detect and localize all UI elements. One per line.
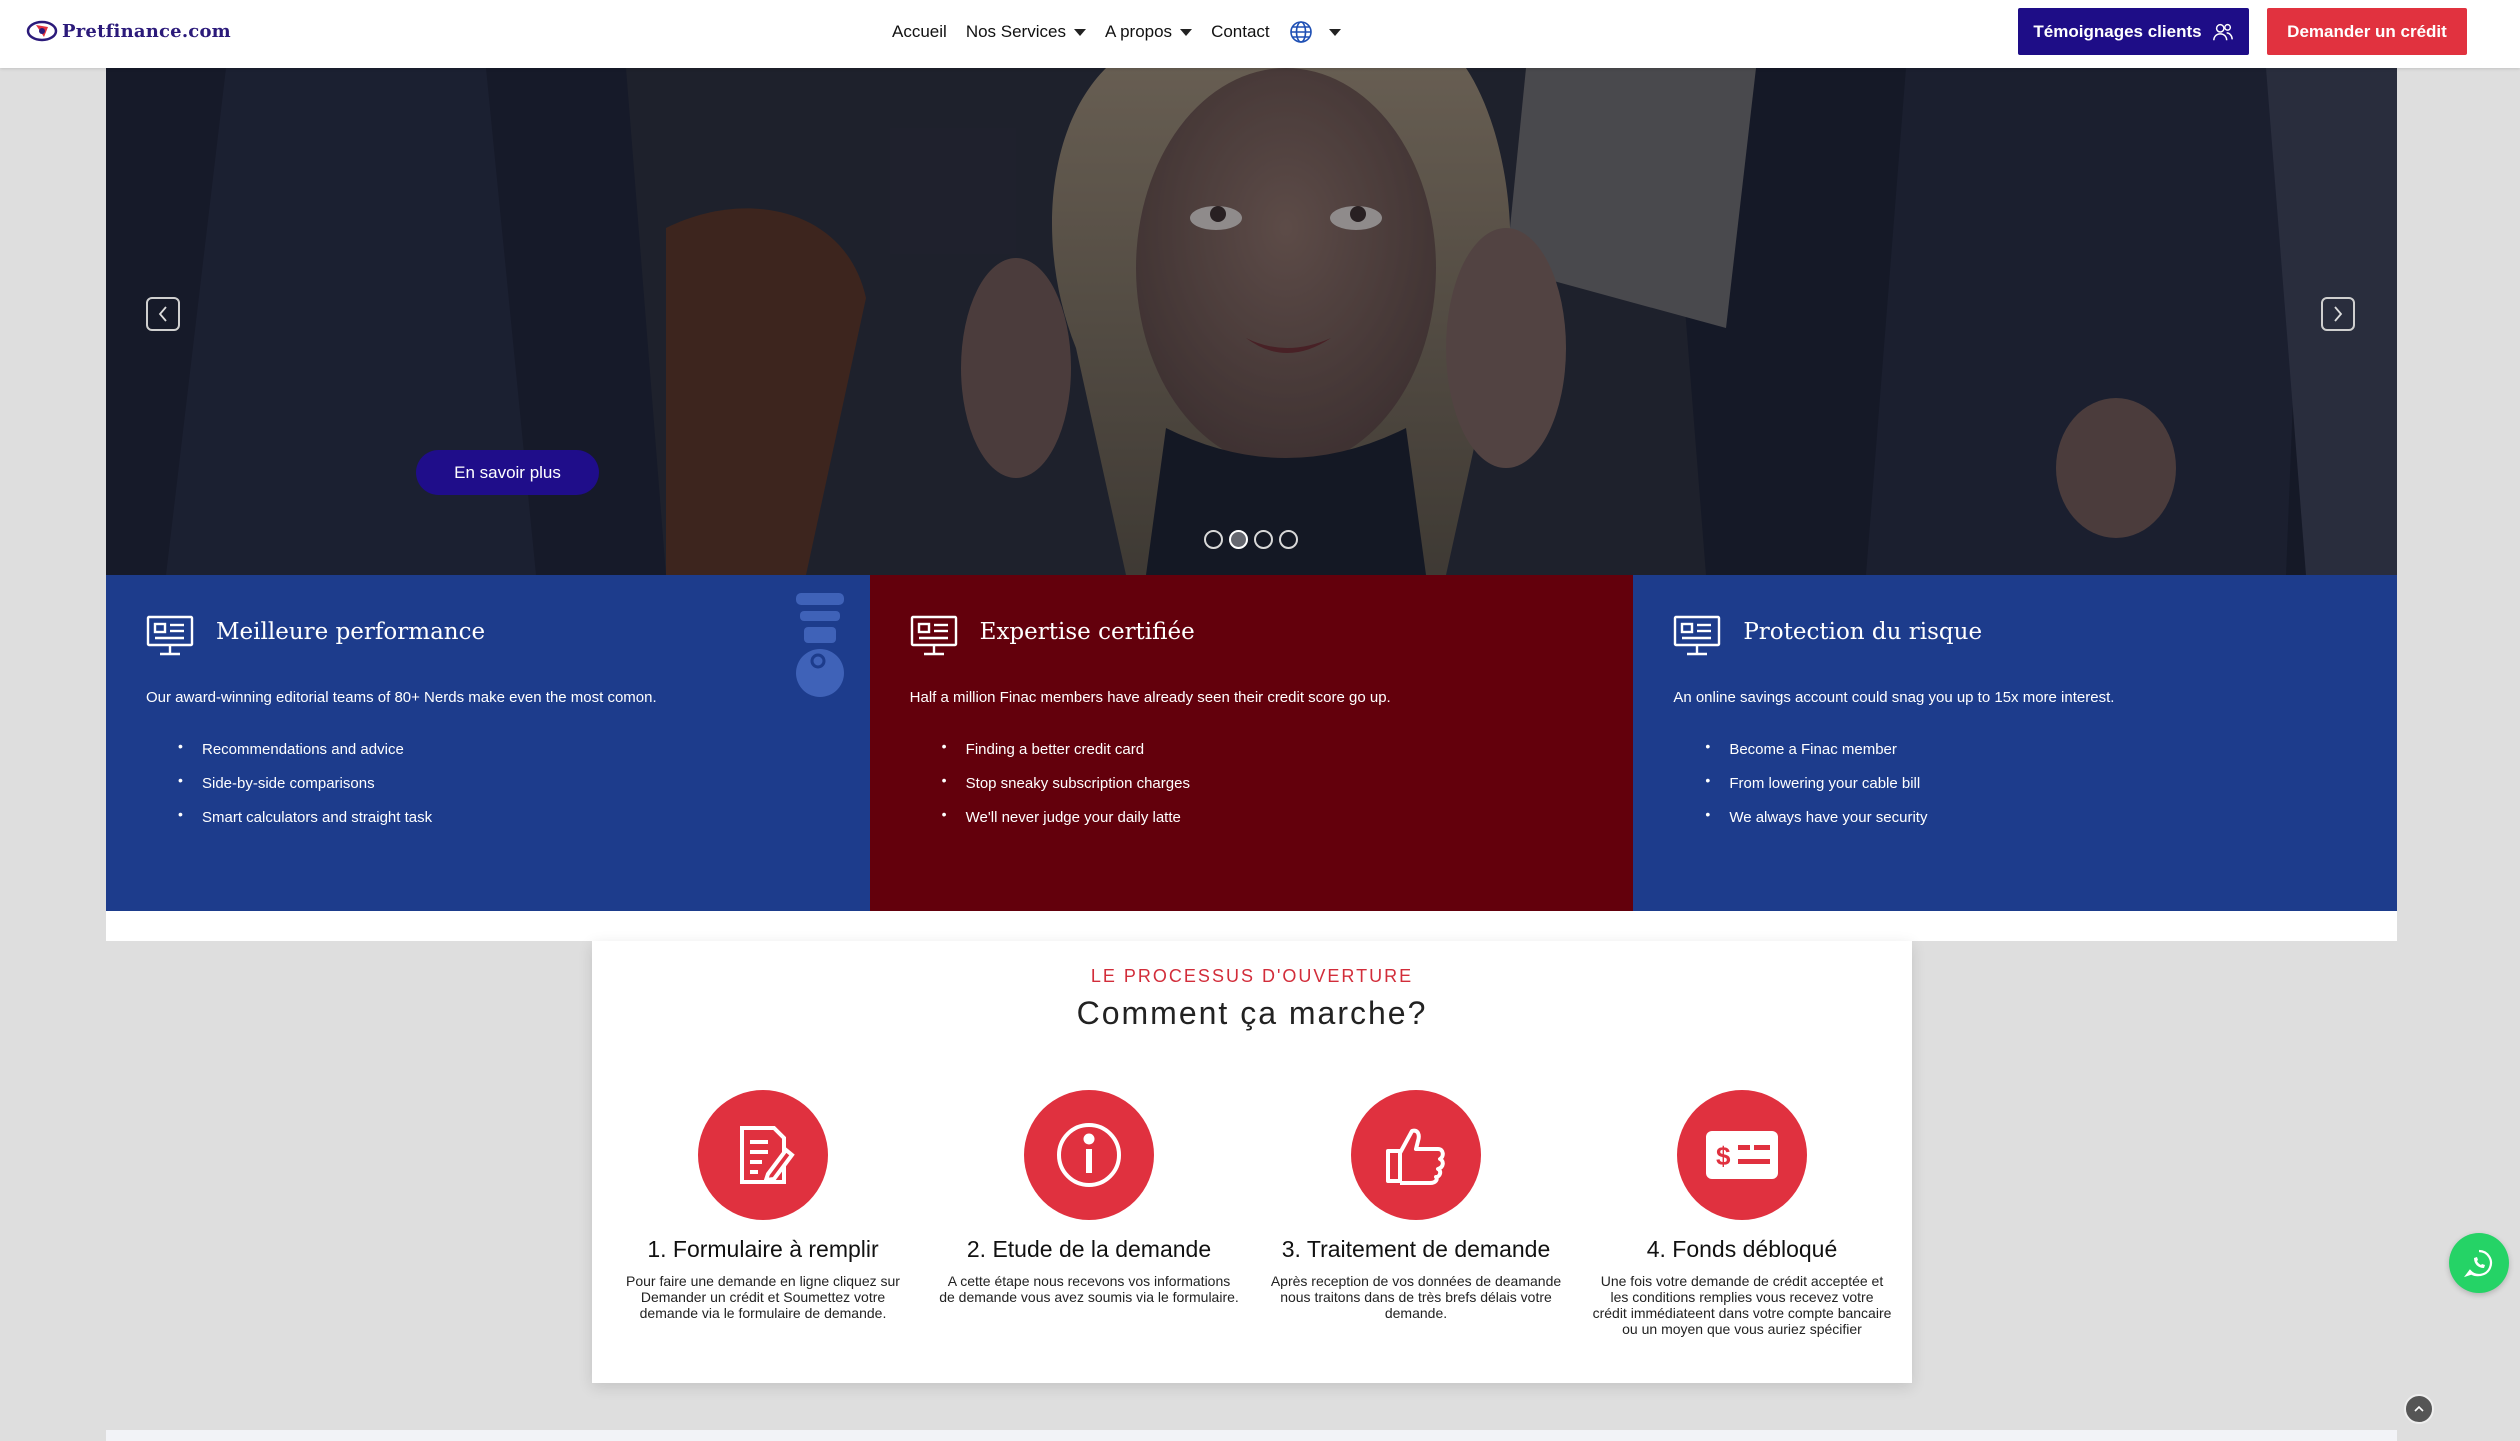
list-item: From lowering your cable bill <box>1705 763 1927 801</box>
feature-desc: An online savings account could snag you… <box>1673 689 2115 706</box>
list-item: Smart calculators and straight task <box>178 797 432 835</box>
slider-dot[interactable] <box>1204 530 1223 549</box>
language-selector[interactable] <box>1289 20 1341 44</box>
chevron-down-icon <box>1073 28 1086 36</box>
nav-apropos-label: A propos <box>1104 22 1173 41</box>
chevron-right-icon <box>2334 306 2343 322</box>
nav-services[interactable]: Nos Services <box>966 22 1086 42</box>
nav-contact[interactable]: Contact <box>1211 22 1270 42</box>
hero-image <box>106 68 2397 575</box>
list-item: Become a Finac member <box>1705 729 1927 767</box>
whatsapp-icon <box>2464 1249 2493 1278</box>
main-nav: Accueil Nos Services A propos Contact <box>892 0 1341 64</box>
money-card-icon: $ <box>1706 1131 1778 1179</box>
list-item: Stop sneaky subscription charges <box>942 763 1190 801</box>
site-logo[interactable]: Pretfinance.com <box>26 19 231 43</box>
process-step-4: $ 4. Fonds débloqué Une fois votre deman… <box>1592 1090 1892 1337</box>
info-icon <box>1057 1123 1121 1187</box>
slider-dots <box>1204 530 1298 549</box>
process-step-2: 2. Etude de la demande A cette étape nou… <box>939 1090 1239 1305</box>
process-card: LE PROCESSUS D'OUVERTURE Comment ça marc… <box>592 941 1912 1383</box>
feature-expertise: Expertise certifiée Half a million Finac… <box>869 575 1634 911</box>
testimonials-button[interactable]: Témoignages clients <box>2018 8 2249 55</box>
list-item: We'll never judge your daily latte <box>942 797 1190 835</box>
step-circle <box>1024 1090 1154 1220</box>
list-item: Recommendations and advice <box>178 729 432 767</box>
slider-dot[interactable] <box>1254 530 1273 549</box>
step-title: 4. Fonds débloqué <box>1646 1236 1838 1262</box>
feature-list: Finding a better credit card Stop sneaky… <box>942 729 1190 835</box>
thumbs-up-icon <box>1386 1128 1445 1185</box>
chevron-down-icon <box>1328 28 1341 36</box>
nav-accueil-label: Accueil <box>892 22 947 41</box>
section-divider <box>106 911 2397 941</box>
feature-protection: Protection du risque An online savings a… <box>1633 575 2397 911</box>
users-icon <box>2212 23 2233 40</box>
process-kicker: LE PROCESSUS D'OUVERTURE <box>1090 966 1414 986</box>
list-item: Finding a better credit card <box>942 729 1190 767</box>
logo-text: Pretfinance.com <box>62 20 231 42</box>
learn-more-button[interactable]: En savoir plus <box>416 450 599 495</box>
feature-title: Protection du risque <box>1743 619 1983 645</box>
nav-accueil[interactable]: Accueil <box>892 22 947 42</box>
step-circle: $ <box>1677 1090 1807 1220</box>
nav-services-label: Nos Services <box>965 22 1066 41</box>
slider-dot-active[interactable] <box>1229 530 1248 549</box>
next-section <box>106 1430 2397 1441</box>
features-section: Meilleure performance Our award-winning … <box>106 575 2397 911</box>
request-credit-button-label: Demander un crédit <box>2287 21 2447 41</box>
chevron-up-icon <box>2414 1405 2424 1412</box>
monitor-icon <box>1674 615 1721 656</box>
learn-more-label: En savoir plus <box>454 462 561 482</box>
feature-title: Meilleure performance <box>216 619 486 645</box>
slider-next-button[interactable] <box>2321 297 2355 331</box>
step-desc: Une fois votre demande de crédit accepté… <box>1592 1273 1892 1337</box>
process-step-3: 3. Traitement de demande Après reception… <box>1266 1090 1566 1321</box>
monitor-icon <box>910 615 957 656</box>
list-item: Side-by-side comparisons <box>178 763 432 801</box>
step-title: 1. Formulaire à remplir <box>647 1236 879 1262</box>
process-title: Comment ça marche? <box>1076 995 1428 1031</box>
list-item: We always have your security <box>1705 797 1927 835</box>
form-icon <box>740 1126 795 1184</box>
whatsapp-button[interactable] <box>2449 1233 2509 1293</box>
globe-icon <box>1289 21 1312 43</box>
step-desc: Pour faire une demande en ligne cliquez … <box>626 1273 900 1321</box>
step-desc: Après reception de vos données de deaman… <box>1270 1273 1562 1321</box>
scroll-to-top-button[interactable] <box>2404 1394 2434 1424</box>
monitor-icon <box>146 615 194 656</box>
request-credit-button[interactable]: Demander un crédit <box>2267 8 2467 55</box>
slider-dot[interactable] <box>1279 530 1298 549</box>
nav-contact-label: Contact <box>1211 22 1270 41</box>
chevron-down-icon <box>1180 28 1193 36</box>
feature-title: Expertise certifiée <box>979 619 1195 645</box>
process-step-1: 1. Formulaire à remplir Pour faire une d… <box>613 1090 913 1321</box>
chevron-left-icon <box>158 306 167 322</box>
feature-performance: Meilleure performance Our award-winning … <box>106 575 870 911</box>
step-title: 2. Etude de la demande <box>966 1236 1212 1262</box>
nav-apropos[interactable]: A propos <box>1104 22 1193 42</box>
feature-desc: Our award-winning editorial teams of 80+… <box>146 689 657 706</box>
step-desc: A cette étape nous recevons vos informat… <box>939 1273 1239 1305</box>
slider-prev-button[interactable] <box>146 297 180 331</box>
testimonials-button-label: Témoignages clients <box>2033 21 2202 41</box>
svg-text:$: $ <box>1716 1141 1731 1171</box>
feature-list: Recommendations and advice Side-by-side … <box>178 729 432 835</box>
step-circle <box>698 1090 828 1220</box>
site-header: Pretfinance.com Accueil Nos Services A p… <box>0 0 2520 68</box>
step-circle <box>1351 1090 1481 1220</box>
hero-slider: En savoir plus <box>106 68 2397 575</box>
feature-list: Become a Finac member From lowering your… <box>1705 729 1927 835</box>
step-title: 3. Traitement de demande <box>1281 1236 1551 1262</box>
logo-icon <box>26 20 58 42</box>
feature-desc: Half a million Finac members have alread… <box>909 689 1391 706</box>
medal-icon <box>796 593 844 697</box>
